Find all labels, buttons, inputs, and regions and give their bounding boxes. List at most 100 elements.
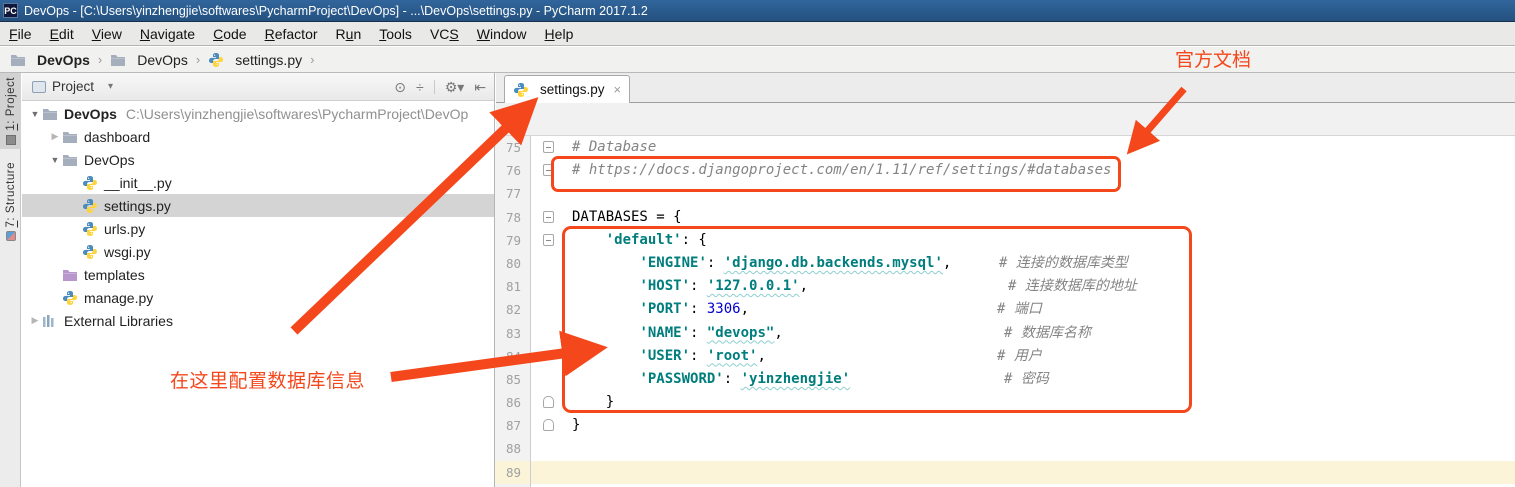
menu-help[interactable]: Help bbox=[536, 24, 583, 44]
code-text: # Database bbox=[572, 137, 656, 158]
breadcrumb: DevOps›DevOps›settings.py› bbox=[0, 47, 1515, 73]
project-panel: Project ▾ ⊙÷⚙▾⇤ ▼DevOpsC:\Users\yinzheng… bbox=[22, 73, 495, 487]
python-file-icon bbox=[62, 290, 79, 306]
chevron-collapsed-icon[interactable]: ▶ bbox=[28, 315, 42, 326]
locate-icon[interactable]: ⊙ bbox=[394, 79, 406, 96]
python-file-icon bbox=[513, 82, 535, 98]
menu-window[interactable]: Window bbox=[468, 24, 536, 44]
fold-marker-end[interactable] bbox=[543, 419, 554, 431]
project-panel-actions: ⊙ ÷ ⚙▾ ⇤ bbox=[394, 73, 486, 101]
breadcrumb-item-devops[interactable]: DevOps bbox=[8, 52, 92, 68]
line-number: 77 bbox=[495, 182, 531, 205]
python-file-icon bbox=[82, 198, 99, 214]
fold-marker-start[interactable] bbox=[543, 211, 554, 223]
project-view-icon bbox=[32, 81, 46, 93]
hide-panel-icon[interactable]: ⇤ bbox=[474, 79, 486, 96]
project-tool-icon bbox=[6, 135, 16, 145]
fold-marker-end[interactable] bbox=[543, 396, 554, 408]
tree-item-external-libraries[interactable]: ▶External Libraries bbox=[22, 309, 495, 332]
menu-refactor[interactable]: Refactor bbox=[256, 24, 327, 44]
menu-navigate[interactable]: Navigate bbox=[131, 24, 204, 44]
tree-item-devops[interactable]: ▼ DevOps C:\Users\yinzhengjie\softwares\Py… bbox=[22, 102, 495, 125]
project-panel-title: Project bbox=[52, 79, 94, 94]
code-token: DATABASES = { bbox=[572, 209, 682, 225]
code-text: } bbox=[572, 415, 580, 436]
code-comment: # Database bbox=[572, 139, 656, 155]
tree-item-label: __init__.py bbox=[104, 175, 172, 191]
structure-tool-icon bbox=[6, 231, 16, 241]
collapse-all-icon[interactable]: ÷ bbox=[416, 79, 424, 95]
menu-tools[interactable]: Tools bbox=[370, 24, 421, 44]
tree-item-label: wsgi.py bbox=[104, 244, 151, 260]
tree-item-manage-py[interactable]: manage.py bbox=[22, 286, 495, 309]
menu-vcs[interactable]: VCS bbox=[421, 24, 468, 44]
menu-view[interactable]: View bbox=[83, 24, 131, 44]
line-number: 85 bbox=[495, 368, 531, 391]
tree-item-urls-py[interactable]: urls.py bbox=[22, 217, 495, 240]
breadcrumb-item-settings-py[interactable]: settings.py bbox=[206, 52, 304, 68]
code-line-89[interactable]: 89 bbox=[495, 461, 1515, 484]
breadcrumb-separator: › bbox=[98, 52, 102, 67]
python-file-icon bbox=[82, 221, 99, 237]
tree-item-settings-py[interactable]: settings.py bbox=[22, 194, 495, 217]
tree-item-label: urls.py bbox=[104, 221, 145, 237]
line-number: 83 bbox=[495, 322, 531, 345]
folder-icon bbox=[42, 106, 59, 122]
fold-marker-start[interactable] bbox=[543, 141, 554, 153]
chevron-down-icon[interactable]: ▾ bbox=[108, 81, 113, 92]
title-bar[interactable]: PC DevOps - [C:\Users\yinzhengjie\softwa… bbox=[0, 0, 1515, 22]
tree-item-label: templates bbox=[84, 267, 145, 283]
line-number: 75 bbox=[495, 136, 531, 159]
window-title: DevOps - [C:\Users\yinzhengjie\softwares… bbox=[24, 4, 648, 18]
code-line-88[interactable]: 88 bbox=[495, 437, 1515, 460]
code-token: } bbox=[572, 417, 580, 433]
separator bbox=[434, 80, 435, 94]
close-icon[interactable]: × bbox=[614, 82, 622, 97]
annotation-box-doc-url bbox=[551, 156, 1121, 192]
editor-tab-bar: settings.py × bbox=[496, 73, 1515, 103]
menu-bar: FileEditViewNavigateCodeRefactorRunTools… bbox=[0, 22, 1515, 46]
menu-file[interactable]: File bbox=[0, 24, 41, 44]
tool-window-bar: 1: Project 7: Structure bbox=[0, 73, 21, 487]
tree-item-templates[interactable]: templates bbox=[22, 263, 495, 286]
settings-gear-icon[interactable]: ⚙▾ bbox=[445, 79, 465, 96]
folder-icon bbox=[110, 52, 127, 68]
app-icon: PC bbox=[3, 3, 18, 18]
chevron-collapsed-icon[interactable]: ▶ bbox=[48, 131, 62, 142]
tree-item-devops[interactable]: ▼DevOps bbox=[22, 148, 495, 171]
line-number: 81 bbox=[495, 275, 531, 298]
chevron-expanded-icon[interactable]: ▼ bbox=[28, 109, 42, 119]
python-file-icon bbox=[513, 82, 530, 98]
tool-window-tab-structure[interactable]: 7: Structure bbox=[0, 158, 21, 245]
menu-run[interactable]: Run bbox=[327, 24, 371, 44]
project-root-path: C:\Users\yinzhengjie\softwares\PycharmPr… bbox=[126, 106, 468, 122]
tree-item-wsgi-py[interactable]: wsgi.py bbox=[22, 240, 495, 263]
libraries-icon bbox=[42, 313, 59, 329]
tree-item-label: DevOps bbox=[64, 106, 117, 122]
project-panel-header: Project ▾ ⊙ ÷ ⚙▾ ⇤ bbox=[22, 73, 494, 101]
line-number: 78 bbox=[495, 206, 531, 229]
line-number: 84 bbox=[495, 345, 531, 368]
tool-window-tab-project[interactable]: 1: Project bbox=[0, 73, 21, 149]
tree-item-label: settings.py bbox=[104, 198, 171, 214]
menu-edit[interactable]: Edit bbox=[41, 24, 83, 44]
code-line-87[interactable]: 87} bbox=[495, 414, 1515, 437]
fold-marker-start[interactable] bbox=[543, 234, 554, 246]
tree-item-__init__-py[interactable]: __init__.py bbox=[22, 171, 495, 194]
breadcrumb-item-devops[interactable]: DevOps bbox=[108, 52, 190, 68]
line-number: 86 bbox=[495, 391, 531, 414]
annotation-label-configure-db: 在这里配置数据库信息 bbox=[170, 366, 365, 393]
tree-item-label: dashboard bbox=[84, 129, 150, 145]
chevron-expanded-icon[interactable]: ▼ bbox=[48, 155, 62, 165]
menu-code[interactable]: Code bbox=[204, 24, 255, 44]
line-number: 89 bbox=[495, 461, 531, 484]
editor-tab-settings-py[interactable]: settings.py × bbox=[504, 75, 630, 103]
python-file-icon bbox=[82, 244, 99, 260]
pycharm-window: PC DevOps - [C:\Users\yinzhengjie\softwa… bbox=[0, 0, 1515, 487]
line-number: 76 bbox=[495, 159, 531, 182]
code-text: DATABASES = { bbox=[572, 207, 682, 228]
tree-item-label: manage.py bbox=[84, 290, 153, 306]
tree-item-dashboard[interactable]: ▶ dashboard bbox=[22, 125, 495, 148]
line-number: 80 bbox=[495, 252, 531, 275]
editor-tab-label: settings.py bbox=[540, 82, 605, 97]
